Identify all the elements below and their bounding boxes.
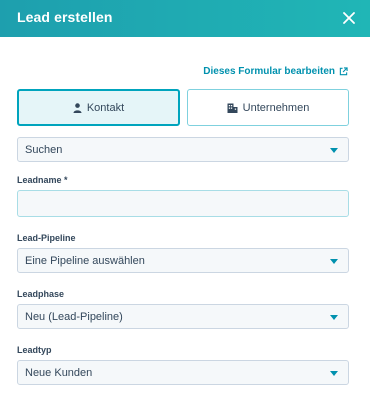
lead-type-label: Leadtyp [17, 345, 52, 355]
lead-pipeline-select[interactable]: Eine Pipeline auswählen [17, 248, 349, 273]
tab-company[interactable]: Unternehmen [187, 89, 349, 126]
lead-pipeline-value: Eine Pipeline auswählen [25, 254, 145, 267]
lead-type-value: Neue Kunden [25, 366, 93, 379]
tab-company-label: Unternehmen [242, 101, 310, 114]
chevron-down-icon [330, 148, 338, 153]
chevron-down-icon [330, 259, 338, 264]
chevron-down-icon [330, 315, 338, 320]
lead-pipeline-label: Lead-Pipeline [17, 233, 76, 243]
lead-phase-select[interactable]: Neu (Lead-Pipeline) [17, 304, 349, 329]
close-button[interactable] [338, 7, 360, 29]
person-icon [73, 102, 82, 113]
lead-phase-value: Neu (Lead-Pipeline) [25, 310, 123, 323]
edit-form-link[interactable]: Dieses Formular bearbeiten [203, 66, 348, 77]
dialog-title: Lead erstellen [17, 9, 113, 25]
lead-name-label: Leadname * [17, 175, 68, 185]
building-icon [227, 103, 238, 113]
lead-name-input[interactable] [17, 190, 349, 217]
tab-contact[interactable]: Kontakt [17, 89, 180, 126]
lead-type-select[interactable]: Neue Kunden [17, 360, 349, 385]
chevron-down-icon [330, 371, 338, 376]
close-icon [343, 12, 355, 24]
lead-phase-label: Leadphase [17, 289, 65, 299]
edit-form-link-label: Dieses Formular bearbeiten [203, 66, 335, 77]
dialog-header: Lead erstellen [0, 0, 370, 37]
search-select[interactable]: Suchen [17, 137, 349, 162]
external-link-icon [339, 67, 348, 76]
tab-contact-label: Kontakt [86, 101, 125, 114]
search-select-value: Suchen [25, 143, 63, 156]
